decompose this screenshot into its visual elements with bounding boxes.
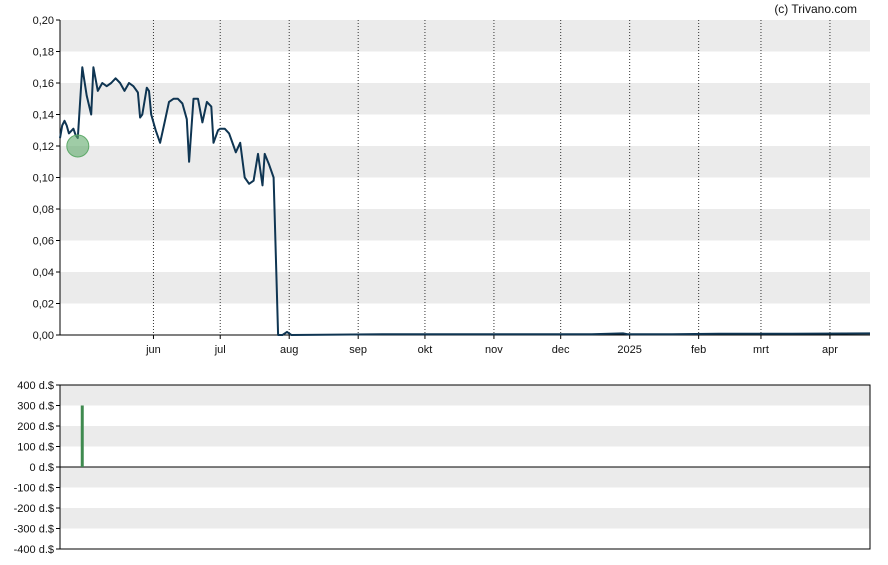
- volume-band: [60, 426, 870, 447]
- x-tick-label: feb: [691, 344, 706, 356]
- x-tick-label: jul: [214, 344, 226, 356]
- y-tick-label: 0,04: [33, 267, 54, 279]
- price-band: [60, 146, 870, 178]
- y-tick-label: 0,18: [33, 47, 54, 59]
- x-tick-label: aug: [280, 344, 298, 356]
- y-tick-label: 0,00: [33, 330, 54, 342]
- x-tick-label: dec: [552, 344, 570, 356]
- x-tick-label: sep: [349, 344, 367, 356]
- volume-y-tick-label: 300 d.$: [17, 401, 54, 413]
- price-volume-chart: 0,00 0,02 0,04 0,06 0,08 0,10 0,12 0,14 0,16 0,18…: [14, 2, 871, 556]
- volume-bar: [80, 405, 84, 467]
- volume-y-tick-label: 100 d.$: [17, 442, 54, 454]
- x-tick-label: okt: [418, 344, 433, 356]
- price-band: [60, 209, 870, 241]
- volume-background-bands: [60, 385, 870, 529]
- volume-y-tick-label: 200 d.$: [17, 421, 54, 433]
- y-tick-label: 0,14: [33, 110, 54, 122]
- x-tick-label: mrt: [753, 344, 769, 356]
- volume-y-tick-label: 400 d.$: [17, 380, 54, 392]
- volume-y-tick-label: -300 d.$: [14, 524, 54, 536]
- y-tick-label: 0,20: [33, 15, 54, 27]
- x-tick-label: 2025: [617, 344, 641, 356]
- volume-y-tick-label: -400 d.$: [14, 544, 54, 556]
- volume-band: [60, 385, 870, 406]
- volume-series: [80, 405, 84, 467]
- price-y-axis-ticks: 0,00 0,02 0,04 0,06 0,08 0,10 0,12 0,14 0,16 0,18…: [33, 15, 60, 342]
- y-tick-label: 0,16: [33, 78, 54, 90]
- credit-label: (c) Trivano.com: [774, 2, 857, 16]
- price-band: [60, 83, 870, 115]
- price-x-axis-ticks: jun jul aug sep okt nov dec 2025 feb mrt apr: [145, 335, 838, 356]
- price-band: [60, 20, 870, 52]
- highlight-marker: [66, 134, 90, 158]
- volume-y-axis-ticks: 400 d.$ 300 d.$ 200 d.$ 100 d.$ 0 d.$ -100 d.…: [14, 380, 60, 556]
- y-tick-label: 0,02: [33, 299, 54, 311]
- y-tick-label: 0,10: [33, 173, 54, 185]
- y-tick-label: 0,06: [33, 236, 54, 248]
- x-tick-label: jun: [145, 344, 161, 356]
- chart-stage: 0,00 0,02 0,04 0,06 0,08 0,10 0,12 0,14 0,16 0,18…: [0, 0, 888, 565]
- volume-band: [60, 467, 870, 488]
- price-background-bands: [60, 20, 870, 304]
- volume-y-tick-label: -100 d.$: [14, 483, 54, 495]
- y-tick-label: 0,08: [33, 204, 54, 216]
- volume-y-tick-label: -200 d.$: [14, 503, 54, 515]
- price-band: [60, 272, 870, 304]
- volume-band: [60, 508, 870, 529]
- y-tick-label: 0,12: [33, 141, 54, 153]
- volume-y-tick-label: 0 d.$: [30, 462, 54, 474]
- x-tick-label: nov: [485, 344, 503, 356]
- x-tick-label: apr: [822, 344, 838, 356]
